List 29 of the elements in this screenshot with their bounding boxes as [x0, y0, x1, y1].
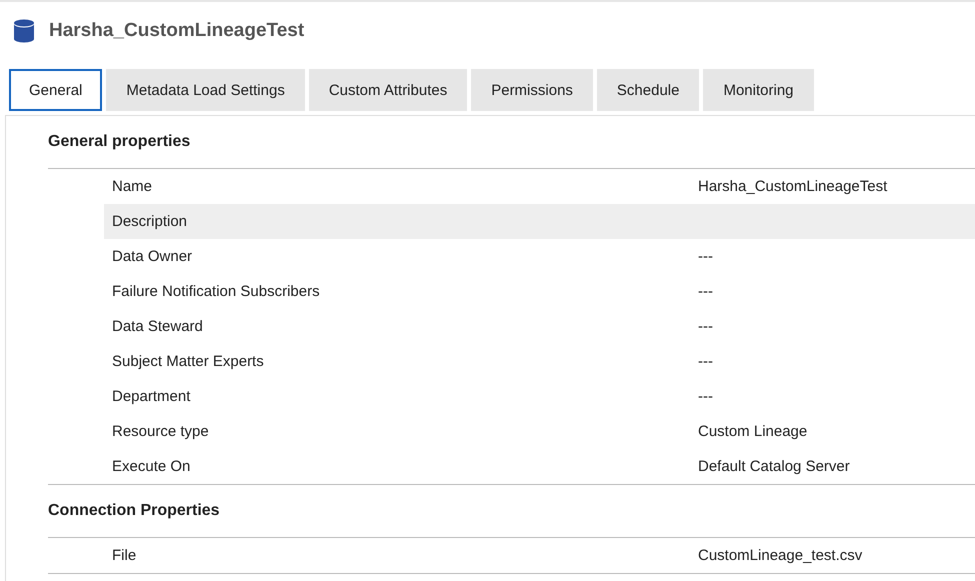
property-label: Subject Matter Experts [112, 353, 265, 370]
tab[interactable]: Schedule [596, 69, 700, 111]
property-label: Execute On [112, 458, 192, 475]
property-label: Name [112, 178, 154, 195]
tab[interactable]: Permissions [471, 69, 593, 111]
property-label: File [112, 547, 138, 564]
database-icon [13, 19, 35, 43]
property-value: Custom Lineage [698, 423, 808, 440]
tab[interactable]: Custom Attributes [308, 69, 468, 111]
property-value: --- [698, 248, 713, 265]
tab[interactable]: General [9, 69, 102, 111]
property-label: Data Owner [112, 248, 194, 265]
property-label: Department [112, 388, 192, 405]
property-value: --- [698, 283, 713, 300]
property-label: Description [112, 213, 188, 230]
property-value: CustomLineage_test.csv [698, 547, 862, 564]
property-value: Harsha_CustomLineageTest [698, 178, 888, 195]
property-value: --- [698, 318, 713, 335]
property-label: Failure Notification Subscribers [112, 283, 321, 300]
tab[interactable]: Metadata Load Settings [106, 69, 305, 111]
property-label: Resource type [112, 423, 210, 440]
section-heading: General properties [48, 133, 190, 151]
tab[interactable]: Monitoring [703, 69, 814, 111]
property-label: Data Steward [112, 318, 204, 335]
property-value: Default Catalog Server [698, 458, 850, 475]
section-heading: Connection Properties [48, 502, 220, 520]
property-value: --- [698, 353, 713, 370]
resource-title: Harsha_CustomLineageTest [49, 20, 304, 42]
property-value: --- [698, 388, 713, 405]
